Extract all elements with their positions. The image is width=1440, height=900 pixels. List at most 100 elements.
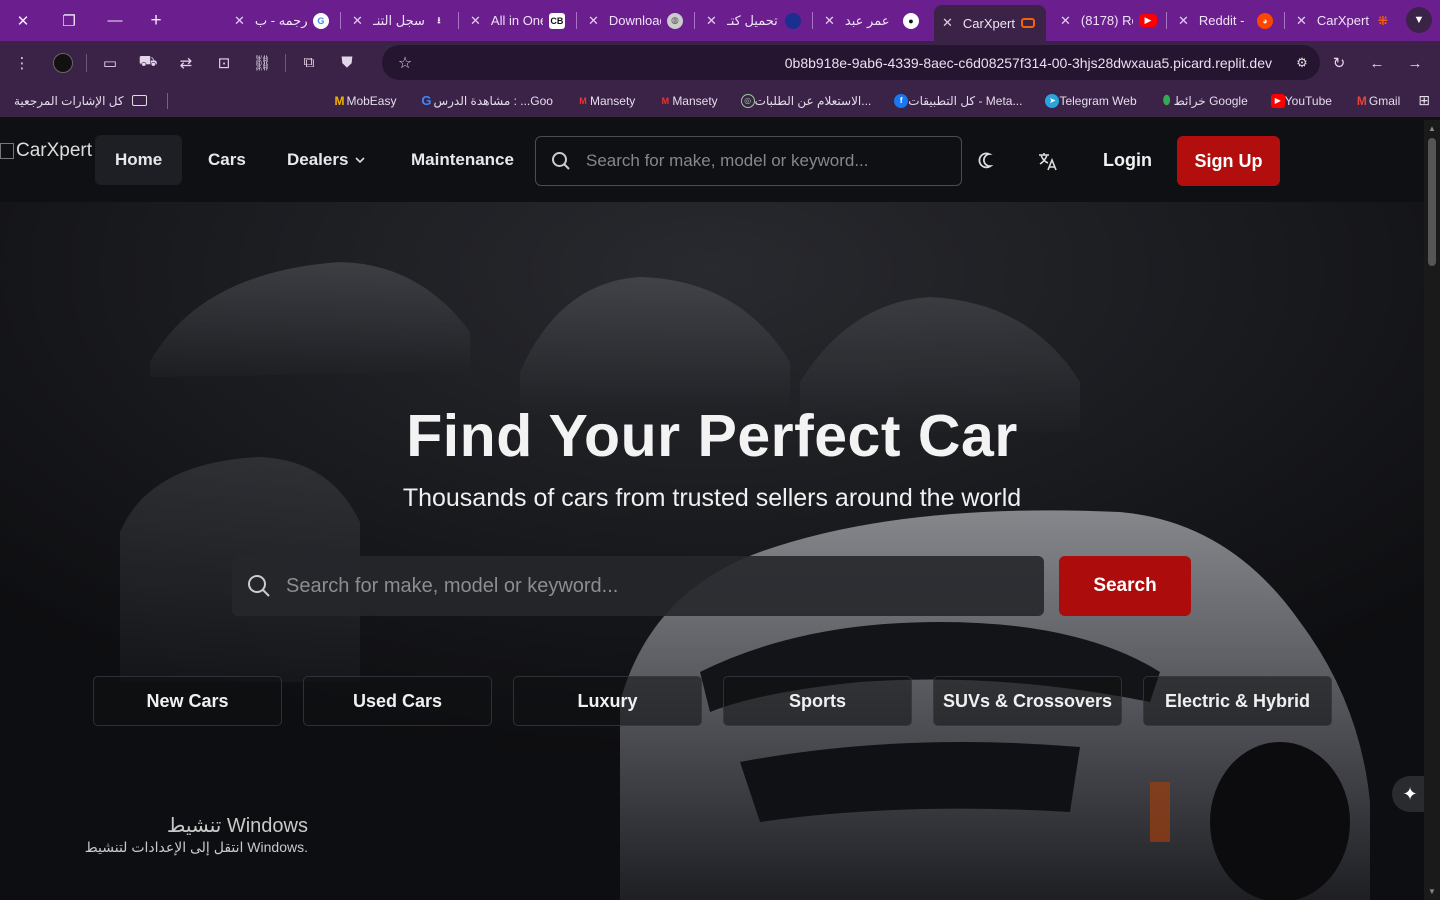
tab-close-icon[interactable]: ✕ bbox=[706, 13, 717, 29]
bookmark-google-maps[interactable]: ⬮ خرائط Google bbox=[1155, 93, 1248, 108]
new-tab-button[interactable]: + bbox=[138, 0, 174, 41]
ublock-shield-icon[interactable]: ⛊ bbox=[328, 45, 366, 81]
address-bar[interactable]: ☆ 0b8b918e-9ab6-4339-8aec-c6d08257f314-0… bbox=[382, 45, 1320, 80]
reading-mode-icon[interactable]: ▭ bbox=[91, 45, 129, 81]
category-suvs-crossovers[interactable]: SUVs & Crossovers bbox=[933, 676, 1122, 726]
all-bookmarks[interactable]: كل الإشارات المرجعية bbox=[14, 84, 168, 117]
github-icon: ● bbox=[902, 12, 919, 29]
tab-close-icon[interactable]: ✕ bbox=[234, 13, 245, 29]
forward-arrow-icon[interactable]: → bbox=[1396, 45, 1434, 81]
window-minimize-icon[interactable]: — bbox=[92, 0, 138, 41]
hero-search-input[interactable] bbox=[286, 574, 1044, 598]
hero-search-button[interactable]: Search bbox=[1059, 556, 1191, 616]
nav-search-input[interactable] bbox=[586, 151, 961, 171]
back-arrow-icon[interactable]: ← bbox=[1358, 45, 1396, 81]
search-icon bbox=[232, 574, 286, 598]
browser-toolbar: ⋮ ▭ ⛟ ⇄ ⊡ ⛓ ⧉ ⛊ ☆ 0b8b918e-9ab6-4339-8ae… bbox=[0, 41, 1440, 84]
browser-tab[interactable]: ✕ تحميل كتـ bbox=[698, 5, 809, 36]
tab-title: سجل التنـ bbox=[372, 12, 425, 28]
gov-icon: ◎ bbox=[740, 93, 755, 108]
reload-icon[interactable]: ↻ bbox=[1320, 45, 1358, 81]
translate-page-icon[interactable]: ⇄ bbox=[167, 45, 205, 81]
tab-title: ترجمه - ب bbox=[254, 12, 307, 28]
scrollbar-thumb[interactable] bbox=[1428, 138, 1436, 266]
bookmark-mansety[interactable]: M Mansety bbox=[653, 94, 718, 108]
bookmark-mansety[interactable]: M Mansety bbox=[571, 94, 635, 108]
bookmark-label: الاستعلام عن الطلبات... bbox=[754, 93, 872, 108]
chevron-down-icon bbox=[355, 157, 366, 164]
profile-avatar-icon[interactable] bbox=[44, 45, 82, 81]
tab-search-chevron-icon[interactable]: ▼ bbox=[1406, 7, 1432, 33]
dark-mode-moon-icon[interactable] bbox=[973, 146, 1003, 176]
extensions-puzzle-icon[interactable]: ⧉ bbox=[290, 45, 328, 81]
tab-close-icon[interactable]: ✕ bbox=[942, 15, 953, 31]
tab-title: (8178) Re bbox=[1080, 13, 1133, 28]
category-sports[interactable]: Sports bbox=[723, 676, 912, 726]
bookmark-mobeasy[interactable]: M MobEasy bbox=[327, 94, 396, 108]
browser-tab[interactable]: ✕ CarXpert ⁜ bbox=[1288, 5, 1399, 36]
scroll-up-icon[interactable]: ▲ bbox=[1424, 124, 1440, 133]
browser-tab[interactable]: ✕ Reddit - ◕ bbox=[1170, 5, 1281, 36]
site-logo[interactable]: CarXpert bbox=[0, 140, 92, 162]
hero-search-box[interactable] bbox=[232, 556, 1044, 616]
extension-car-icon[interactable]: ⛟ bbox=[129, 45, 167, 81]
browser-tab-active[interactable]: ✕ CarXpert bbox=[934, 5, 1046, 41]
nav-search-box[interactable] bbox=[535, 136, 962, 186]
browser-tab[interactable]: ✕ All in One CB bbox=[462, 5, 573, 36]
bookmark-inquiry[interactable]: ◎ الاستعلام عن الطلبات... bbox=[736, 93, 872, 108]
nav-dealers[interactable]: Dealers bbox=[267, 135, 386, 185]
menu-dots-icon[interactable]: ⋮ bbox=[0, 45, 44, 81]
replit-icon: ⁜ bbox=[1377, 13, 1388, 28]
bookmark-star-icon[interactable]: ☆ bbox=[382, 53, 428, 73]
ai-sparkle-icon[interactable]: ✦ bbox=[1392, 776, 1428, 812]
reddit-icon: ◕ bbox=[1256, 12, 1273, 29]
nav-home[interactable]: Home bbox=[95, 135, 183, 185]
tab-close-icon[interactable]: ✕ bbox=[352, 13, 363, 29]
browser-tab[interactable]: ✕ سجل التنـ ⭳ bbox=[344, 5, 455, 36]
category-used-cars[interactable]: Used Cars bbox=[303, 676, 492, 726]
tab-close-icon[interactable]: ✕ bbox=[1296, 13, 1307, 29]
bookmark-label: YouTube bbox=[1284, 93, 1332, 108]
bookmark-youtube[interactable]: ▶ YouTube bbox=[1266, 93, 1332, 108]
hero-title: Find Your Perfect Car bbox=[406, 403, 1018, 469]
tab-title: CarXpert bbox=[1316, 13, 1369, 28]
window-restore-icon[interactable]: ❐ bbox=[46, 0, 92, 41]
screenshot-icon[interactable]: ⊡ bbox=[205, 45, 243, 81]
gmail-icon: M bbox=[1356, 93, 1367, 108]
scroll-down-icon[interactable]: ▼ bbox=[1424, 887, 1440, 896]
tab-close-icon[interactable]: ✕ bbox=[824, 13, 835, 29]
logo-alt-text: CarXpert bbox=[16, 140, 93, 161]
browser-tab[interactable]: ✕ عمر عبد ● bbox=[816, 5, 927, 36]
link-icon[interactable]: ⛓ bbox=[243, 45, 281, 81]
login-button[interactable]: Login bbox=[1090, 135, 1165, 185]
apps-grid-icon[interactable]: ⊞ bbox=[1418, 92, 1430, 109]
youtube-icon: ▶ bbox=[1138, 14, 1157, 27]
browser-tab[interactable]: ✕ (8178) Re ▶ bbox=[1052, 5, 1165, 36]
url-text[interactable]: 0b8b918e-9ab6-4339-8aec-c6d08257f314-00-… bbox=[428, 55, 1284, 71]
window-close-icon[interactable]: ✕ bbox=[0, 0, 46, 41]
bookmark-meta[interactable]: f كل التطبيقات - Meta... bbox=[889, 93, 1022, 108]
tab-close-icon[interactable]: ✕ bbox=[1060, 13, 1071, 29]
replit-icon bbox=[1020, 18, 1035, 28]
search-icon bbox=[536, 151, 586, 171]
bookmark-google-lesson[interactable]: G مشاهدة الدرس : ...Goo bbox=[414, 93, 553, 108]
nav-maintenance[interactable]: Maintenance bbox=[391, 135, 534, 185]
bookmark-gmail[interactable]: M Gmail bbox=[1350, 94, 1400, 108]
language-translate-icon[interactable] bbox=[1033, 146, 1063, 176]
bookmark-telegram[interactable]: ➤ Telegram Web bbox=[1040, 93, 1137, 108]
nav-cars[interactable]: Cars bbox=[188, 135, 266, 185]
page-scrollbar[interactable]: ▲ ▼ bbox=[1424, 120, 1440, 900]
windows-activation-subtitle: انتقل إلى الإعدادات لتنشيط Windows. bbox=[84, 839, 308, 855]
site-settings-icon[interactable]: ⚙ bbox=[1284, 55, 1320, 71]
category-luxury[interactable]: Luxury bbox=[513, 676, 702, 726]
category-new-cars[interactable]: New Cars bbox=[93, 676, 282, 726]
category-electric-hybrid[interactable]: Electric & Hybrid bbox=[1143, 676, 1332, 726]
tab-close-icon[interactable]: ✕ bbox=[470, 13, 481, 29]
browser-tab[interactable]: ✕ ترجمه - ب G bbox=[226, 5, 337, 36]
nav-dealers-label: Dealers bbox=[287, 150, 349, 169]
browser-tab[interactable]: ✕ Download ◍ bbox=[580, 5, 691, 36]
bookmarks-bar: ⊞ M Gmail ▶ YouTube ⬮ خرائط Google ➤ Telegra… bbox=[0, 84, 1440, 117]
tab-close-icon[interactable]: ✕ bbox=[588, 13, 599, 29]
tab-close-icon[interactable]: ✕ bbox=[1178, 13, 1189, 29]
signup-button[interactable]: Sign Up bbox=[1177, 136, 1280, 186]
